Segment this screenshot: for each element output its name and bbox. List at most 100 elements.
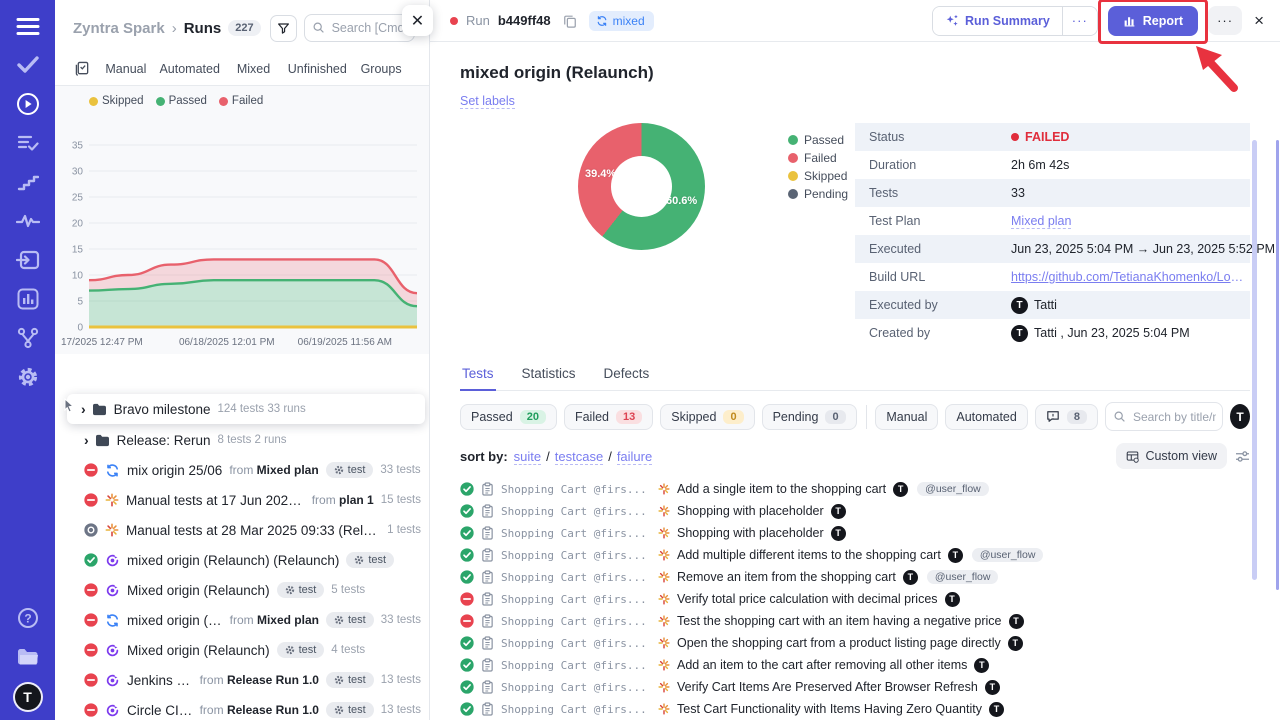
run-summary-button[interactable]: Run Summary [933, 7, 1062, 35]
test-row[interactable]: Shopping Cart @firs...Add an item to the… [460, 654, 1250, 676]
run-meta: 1 tests [387, 524, 421, 536]
test-row[interactable]: Shopping Cart @firs...Test Cart Function… [460, 698, 1250, 720]
tab-automated[interactable]: Automated [158, 62, 222, 76]
sort-by-suite[interactable]: suite [514, 449, 541, 465]
legend-dot [219, 97, 228, 106]
assignee-avatar: T [1008, 636, 1023, 651]
legend-item-skipped[interactable]: Skipped [89, 95, 144, 107]
test-row[interactable]: Shopping Cart @firs...Add multiple diffe… [460, 544, 1250, 566]
status-passed-icon [460, 504, 474, 518]
run-list-item[interactable]: Jenkins runfrom Release Run 1.0test13 te… [55, 665, 429, 695]
test-list: Shopping Cart @firs...Add a single item … [460, 478, 1250, 720]
tab-mixed[interactable]: Mixed [222, 62, 286, 76]
run-name: Mixed origin (Relaunch) [127, 583, 270, 598]
sort-by-failure[interactable]: failure [617, 449, 652, 465]
reports-chart-icon[interactable] [16, 287, 40, 311]
custom-view-button[interactable]: Custom view [1116, 443, 1227, 469]
tab-manual[interactable]: Manual [94, 62, 158, 76]
user-avatar[interactable]: T [15, 684, 41, 710]
test-row[interactable]: Shopping Cart @firs...Verify Cart Items … [460, 676, 1250, 698]
branches-icon[interactable] [16, 326, 40, 350]
view-settings-icon[interactable] [1235, 450, 1250, 463]
panel-scrollbar[interactable] [1276, 140, 1279, 590]
run-list-item[interactable]: Manual tests at 28 Mar 2025 09:33 (Relau… [55, 515, 429, 545]
detail-value: 2h 6m 42s [1011, 158, 1069, 172]
donut-legend-passed[interactable]: Passed [788, 133, 848, 147]
run-list-item[interactable]: mixed origin (Relaunch)from Mixed plante… [55, 605, 429, 635]
test-row[interactable]: Shopping Cart @firs...Test the shopping … [460, 610, 1250, 632]
filter-skipped-button[interactable]: Skipped0 [660, 404, 754, 430]
legend-item-failed[interactable]: Failed [219, 95, 263, 107]
build-url-link[interactable]: https://github.com/TetianaKhomenko/Load-… [1011, 270, 1250, 284]
assignee-avatar[interactable]: T [1230, 404, 1250, 429]
chevron-right-icon[interactable]: › [81, 401, 86, 417]
test-row[interactable]: Shopping Cart @firs...Remove an item fro… [460, 566, 1250, 588]
filter-automated-button[interactable]: Automated [945, 404, 1027, 430]
area-chart: 0510152025303517/2025 12:47 PM06/18/2025… [59, 109, 424, 351]
test-row[interactable]: Shopping Cart @firs...Add a single item … [460, 478, 1250, 500]
chevron-right-icon[interactable]: › [84, 432, 89, 448]
more-actions-button[interactable]: ··· [1208, 6, 1242, 35]
filter-passed-button[interactable]: Passed20 [460, 404, 557, 430]
filter-failed-button[interactable]: Failed13 [564, 404, 653, 430]
mixed-run-icon [105, 463, 120, 478]
run-list-item[interactable]: Mixed origin (Relaunch)test5 tests [55, 575, 429, 605]
svg-text:?: ? [24, 612, 31, 626]
donut-legend-pending[interactable]: Pending [788, 187, 848, 201]
tab-unfinished[interactable]: Unfinished [285, 62, 349, 76]
tab-tests[interactable]: Tests [460, 359, 496, 391]
run-list-item[interactable]: mixed origin (Relaunch) (Relaunch)test [55, 545, 429, 575]
test-badge: test [326, 612, 374, 628]
breadcrumb-project[interactable]: Zyntra Spark [73, 20, 165, 37]
tasks-check-icon[interactable] [16, 53, 40, 77]
runs-play-icon[interactable] [16, 92, 40, 116]
run-summary-more-button[interactable]: ··· [1062, 7, 1097, 35]
test-row[interactable]: Shopping Cart @firs...Open the shopping … [460, 632, 1250, 654]
steps-icon[interactable] [16, 170, 40, 194]
select-runs-icon[interactable] [75, 61, 90, 76]
legend-item-passed[interactable]: Passed [156, 95, 207, 107]
menu-icon[interactable] [16, 14, 40, 38]
legend-label: Failed [232, 95, 263, 107]
sidebar: ?T [0, 0, 55, 720]
donut-legend-failed[interactable]: Failed [788, 151, 848, 165]
close-panel-button[interactable]: × [1254, 11, 1264, 31]
settings-gear-icon[interactable] [16, 365, 40, 389]
pulse-analytics-icon[interactable] [16, 209, 40, 233]
run-list-item[interactable]: mix origin 25/06from Mixed plantest33 te… [55, 455, 429, 485]
import-icon[interactable] [16, 248, 40, 272]
filter-manual-button[interactable]: Manual [875, 404, 938, 430]
donut-legend-skipped[interactable]: Skipped [788, 169, 848, 183]
test-row[interactable]: Shopping Cart @firs...Verify total price… [460, 588, 1250, 610]
tab-groups[interactable]: Groups [349, 62, 413, 76]
status-passed-icon [460, 702, 474, 716]
test-row[interactable]: Shopping Cart @firs...Shopping with plac… [460, 522, 1250, 544]
run-list-item[interactable]: Manual tests at 17 Jun 2025 10:09from pl… [55, 485, 429, 515]
test-row[interactable]: Shopping Cart @firs...Shopping with plac… [460, 500, 1250, 522]
run-list-item[interactable]: ›Bravo milestone124 tests 33 runs [67, 394, 425, 424]
test-list-icon[interactable] [16, 131, 40, 155]
projects-folder-icon[interactable] [16, 645, 40, 669]
test-plan-link[interactable]: Mixed plan [1011, 214, 1071, 229]
run-list-item[interactable]: ›Release: Rerun8 tests 2 runs [55, 425, 429, 455]
report-button[interactable]: Report [1108, 6, 1198, 36]
set-labels-link[interactable]: Set labels [460, 94, 515, 109]
close-drawer-button[interactable]: ✕ [402, 5, 433, 36]
tab-statistics[interactable]: Statistics [520, 359, 578, 390]
run-name: Bravo milestone [114, 402, 211, 417]
copy-run-id-button[interactable] [563, 14, 577, 28]
test-suite: Shopping Cart @firs... [501, 703, 651, 716]
run-list-item[interactable]: Mixed origin (Relaunch)test4 tests [55, 635, 429, 665]
sort-by-testcase[interactable]: testcase [555, 449, 603, 465]
help-icon[interactable]: ? [16, 606, 40, 630]
comments-filter-button[interactable]: 8 [1035, 404, 1098, 430]
tests-scrollbar[interactable] [1252, 140, 1257, 580]
donut-hole [611, 156, 672, 217]
tab-defects[interactable]: Defects [602, 359, 652, 390]
detail-label: Status [869, 130, 1011, 144]
run-list-item[interactable]: Circle CI runfrom Release Run 1.0test13 … [55, 695, 429, 720]
breadcrumb-section[interactable]: Runs [184, 20, 222, 37]
run-from: from plan 1 [312, 493, 374, 507]
filter-button[interactable] [270, 15, 297, 42]
filter-pending-button[interactable]: Pending0 [762, 404, 857, 430]
